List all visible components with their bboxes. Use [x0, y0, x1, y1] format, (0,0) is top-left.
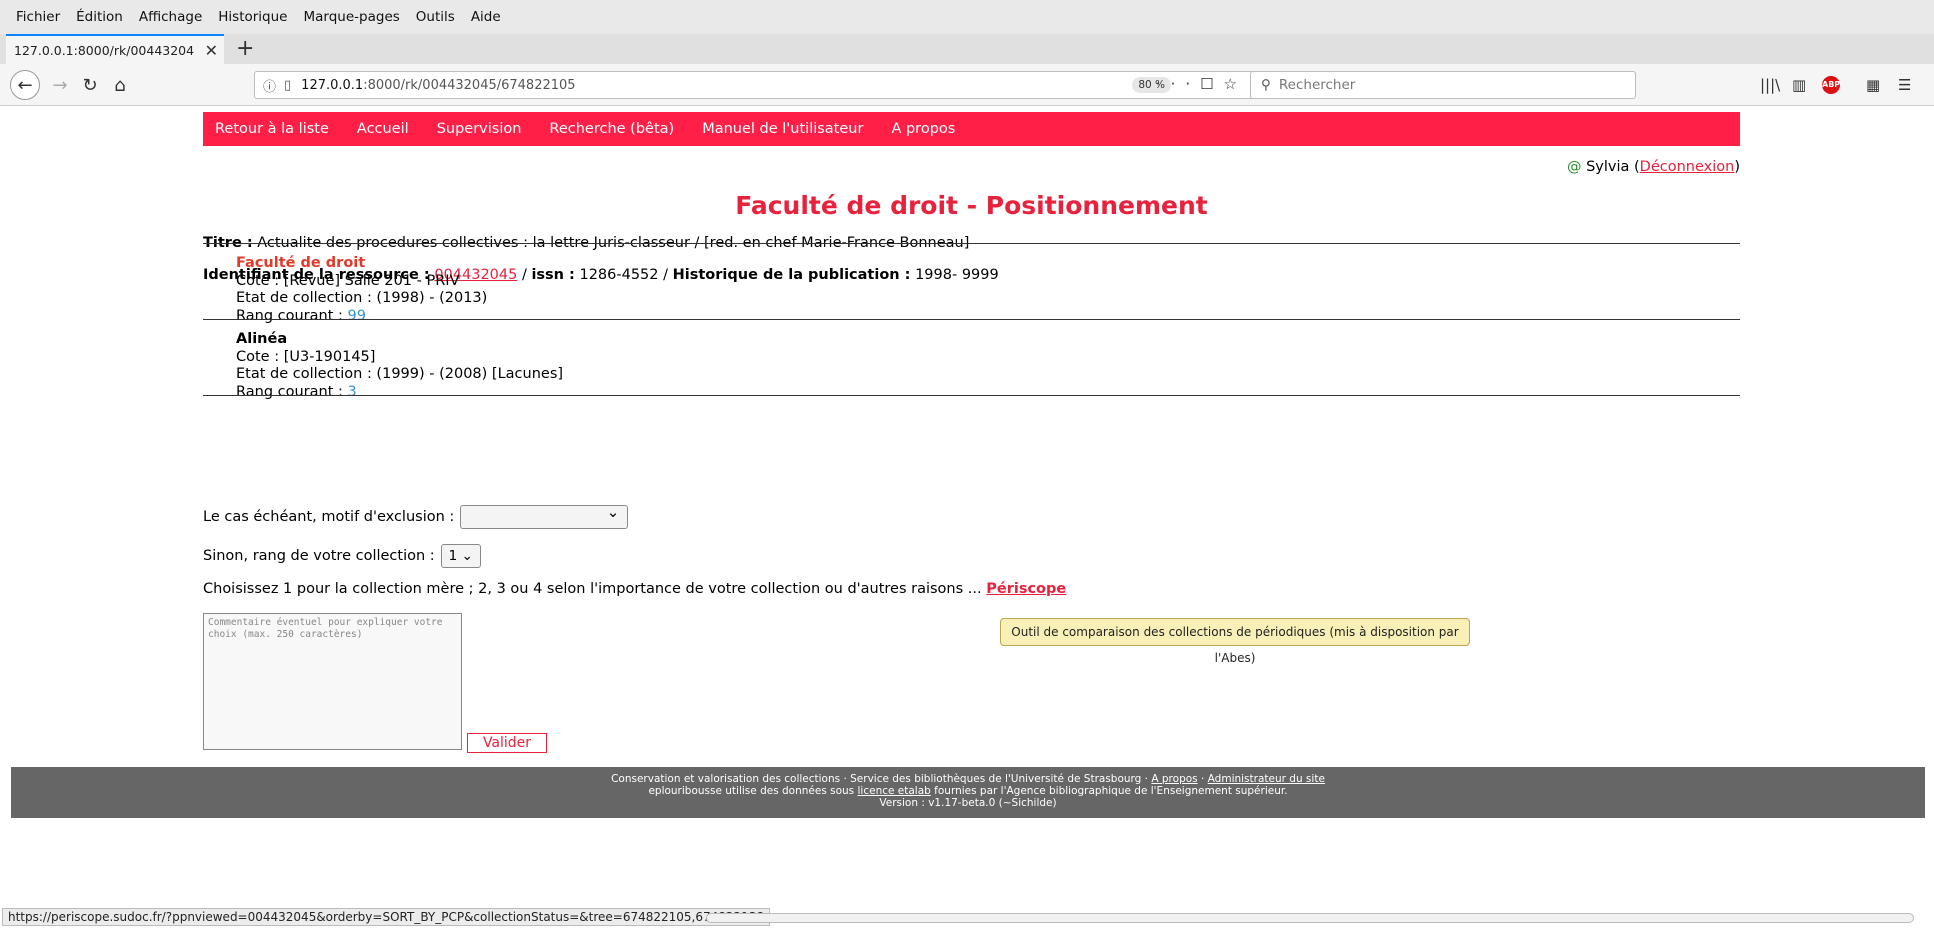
periscope-link[interactable]: Périscope — [986, 581, 1066, 597]
footer-sep: · — [1200, 773, 1205, 785]
choose-text: Choisissez 1 pour la collection mère ; 2… — [203, 581, 982, 597]
nav-recherche[interactable]: Recherche (bêta) — [549, 121, 674, 137]
rank-value: 3 — [347, 383, 357, 400]
sidebar-icon[interactable]: ▥ — [1792, 76, 1806, 94]
menu-marque-pages[interactable]: Marque-pages — [304, 9, 400, 25]
page-actions[interactable]: ···☐☆ — [1156, 75, 1247, 93]
home-icon[interactable]: ⌂ — [106, 71, 134, 99]
valider-button[interactable]: Valider — [467, 733, 547, 753]
menu-outils[interactable]: Outils — [416, 9, 455, 25]
nav-accueil[interactable]: Accueil — [357, 121, 409, 137]
library-icon[interactable]: |||\ — [1760, 76, 1780, 94]
footer-admin-link[interactable]: Administrateur du site — [1208, 773, 1325, 785]
nav-retour[interactable]: Retour à la liste — [215, 121, 329, 137]
rank-label: Rang courant : — [236, 383, 343, 400]
periscope-tooltip: Outil de comparaison des collections de … — [1000, 618, 1470, 665]
divider — [203, 395, 1740, 396]
rank-label: Rang courant : — [236, 307, 343, 324]
navigation-toolbar: ← → ↻ ⌂ ⓘ ▯ 127.0.0.1:8000/rk/004432045/… — [0, 64, 1934, 106]
site-nav: Retour à la liste Accueil Supervision Re… — [203, 112, 1740, 146]
rank-select-value: 1 — [449, 548, 473, 564]
info-icon[interactable]: ⓘ — [263, 76, 276, 95]
web-page: Retour à la liste Accueil Supervision Re… — [0, 107, 1934, 915]
divider — [203, 243, 1740, 244]
choose-line: Choisissez 1 pour la collection mère ; 2… — [203, 581, 1066, 597]
nav-manuel[interactable]: Manuel de l'utilisateur — [702, 121, 863, 137]
tab-active[interactable]: 127.0.0.1:8000/rk/004432045/674822105 ✕ — [6, 34, 224, 64]
footer-text: fournies par l'Agence bibliographique de… — [934, 785, 1288, 797]
nav-apropos[interactable]: A propos — [891, 121, 955, 137]
status-url: https://periscope.sudoc.fr/?ppnviewed=00… — [2, 908, 771, 926]
comment-textarea[interactable]: Commentaire éventuel pour expliquer votr… — [203, 613, 462, 750]
horizontal-scrollbar[interactable] — [706, 913, 1914, 923]
library-cote: Cote : [U3-190145] — [236, 348, 376, 365]
rank-value: 99 — [347, 307, 366, 324]
adblock-icon[interactable]: ABP — [1822, 76, 1840, 94]
page-icon: ▯ — [284, 77, 292, 93]
address-url[interactable]: 127.0.0.1:8000/rk/004432045/674822105 — [301, 78, 575, 93]
footer-licence-link[interactable]: licence etalab — [858, 785, 931, 797]
forward-arrow-icon[interactable]: → — [46, 71, 74, 99]
site-footer: Conservation et valorisation des collect… — [11, 767, 1925, 818]
rank-select-label: Sinon, rang de votre collection : — [203, 548, 435, 564]
menu-bar: Fichier Édition Affichage Historique Mar… — [0, 0, 1934, 34]
user-info: @ Sylvia (Déconnexion) — [1566, 159, 1740, 175]
back-arrow-icon[interactable]: ← — [10, 70, 40, 100]
user-name: Sylvia — [1586, 159, 1630, 175]
library-etat: Etat de collection : (1998) - (2013) — [236, 290, 488, 306]
issn-label: issn : — [531, 267, 575, 283]
library-block-2: Alinéa Cote : [U3-190145] Etat de collec… — [236, 331, 563, 401]
footer-text: Conservation et valorisation des collect… — [611, 773, 1149, 785]
browser-window: Fichier Édition Affichage Historique Mar… — [0, 0, 1934, 938]
search-icon: ⚲ — [1261, 77, 1271, 93]
menu-edition[interactable]: Édition — [76, 9, 123, 25]
hist-label: Historique de la publication : — [672, 267, 911, 283]
menu-aide[interactable]: Aide — [471, 9, 501, 25]
exclusion-label: Le cas échéant, motif d'exclusion : — [203, 509, 455, 525]
nav-supervision[interactable]: Supervision — [437, 121, 522, 137]
exclusion-row: Le cas échéant, motif d'exclusion : — [203, 503, 629, 529]
library-name: Alinéa — [236, 331, 288, 347]
menu-historique[interactable]: Historique — [218, 9, 287, 25]
reload-icon[interactable]: ↻ — [76, 71, 104, 99]
search-input[interactable]: ⚲ Rechercher — [1250, 71, 1636, 99]
address-bar[interactable]: ⓘ ▯ 127.0.0.1:8000/rk/004432045/67482210… — [254, 71, 1256, 99]
footer-version: Version : v1.17-beta.0 (~Sichilde) — [879, 797, 1057, 809]
exclusion-select[interactable] — [460, 503, 629, 529]
library-block-1: Faculté de droit Cote : [Revue] Salle 20… — [236, 255, 487, 325]
search-placeholder: Rechercher — [1278, 77, 1356, 93]
divider — [203, 319, 1740, 320]
close-tab-icon[interactable]: ✕ — [205, 41, 218, 60]
footer-text: eplouribousse utilise des données sous — [648, 785, 855, 797]
menu-fichier[interactable]: Fichier — [16, 9, 60, 25]
extension-icon[interactable]: ▦ — [1866, 76, 1880, 94]
library-name: Faculté de droit — [236, 255, 366, 271]
footer-apropos-link[interactable]: A propos — [1151, 773, 1197, 785]
hamburger-menu-icon[interactable]: ☰ — [1898, 76, 1911, 94]
logout-link[interactable]: Déconnexion — [1640, 159, 1735, 175]
hist-value: 1998- 9999 — [915, 267, 999, 283]
library-cote: Cote : [Revue] Salle 201 - PRIV — [236, 272, 460, 289]
tab-title: 127.0.0.1:8000/rk/004432045/674822105 — [14, 42, 194, 58]
user-at-icon: @ — [1566, 159, 1582, 175]
tab-strip: 127.0.0.1:8000/rk/004432045/674822105 ✕ … — [0, 34, 1934, 64]
new-tab-icon[interactable]: + — [236, 36, 254, 61]
rank-row: Sinon, rang de votre collection : 1 — [203, 544, 481, 568]
menu-affichage[interactable]: Affichage — [139, 9, 202, 25]
rank-select[interactable]: 1 — [440, 544, 481, 568]
issn-value: 1286-4552 — [579, 267, 659, 283]
library-etat: Etat de collection : (1999) - (2008) [La… — [236, 366, 564, 382]
page-title: Faculté de droit - Positionnement — [735, 191, 1208, 220]
